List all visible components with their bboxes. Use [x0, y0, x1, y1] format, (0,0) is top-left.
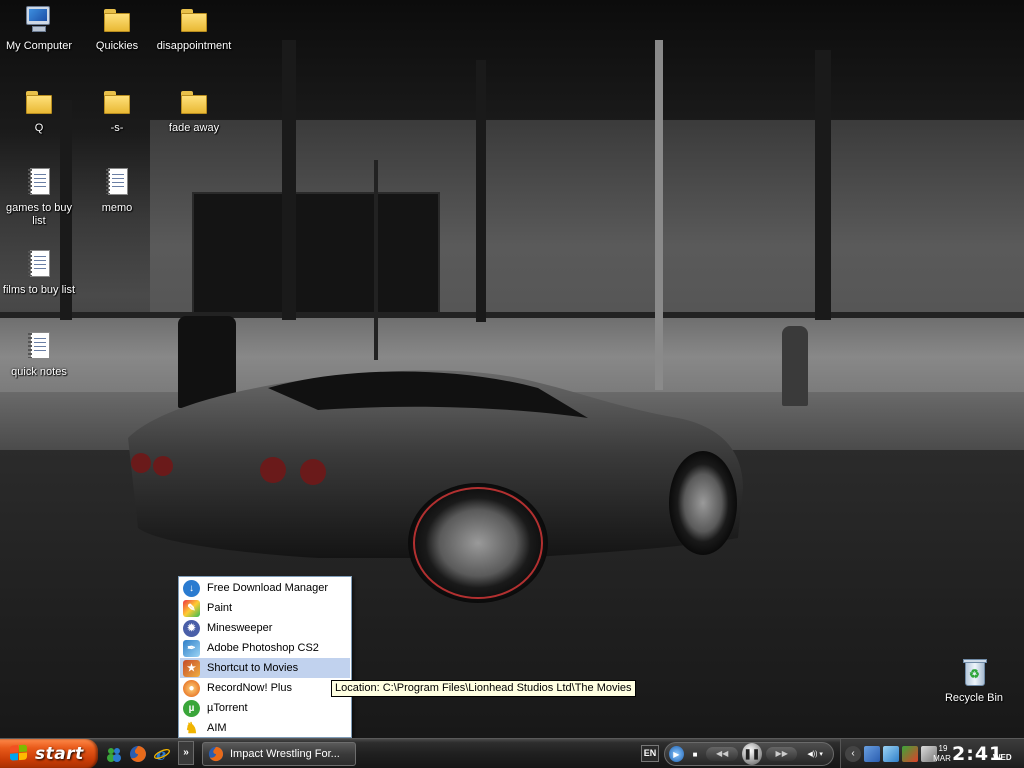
recordnow-icon: ● — [183, 679, 200, 697]
wallpaper-tree — [282, 40, 296, 320]
wallpaper-sports-car — [128, 370, 743, 603]
msn-messenger-icon[interactable] — [104, 744, 124, 764]
desktop-icon-memo[interactable]: memo — [78, 166, 156, 215]
folder-icon — [101, 4, 133, 36]
notepad-icon — [23, 248, 55, 280]
menu-item-label: Shortcut to Movies — [207, 662, 299, 674]
desktop-icon-label: Q — [34, 122, 44, 134]
menu-item-label: Free Download Manager — [207, 582, 329, 594]
previous-button[interactable]: ◀◀ — [706, 747, 738, 761]
desktop-icon-recycle-bin[interactable]: ♻ Recycle Bin — [935, 656, 1013, 705]
media-player-toolbar: ▶ ■ ◀◀ ❚❚ ▶▶ ◀)) ▾ — [664, 742, 834, 766]
menu-item-free-download-manager[interactable]: ↓ Free Download Manager — [180, 578, 350, 598]
menu-item-label: µTorrent — [207, 702, 248, 714]
stop-button[interactable]: ■ — [688, 746, 703, 762]
menu-item-label: Paint — [207, 602, 233, 614]
security-icon[interactable] — [902, 746, 918, 762]
wallpaper-tree — [476, 60, 486, 322]
desktop-icon-fade-away[interactable]: fade away — [155, 86, 233, 135]
clock-month: MAR — [933, 754, 951, 763]
desktop-icon-disappointment[interactable]: disappointment — [155, 4, 233, 53]
volume-button[interactable]: ◀)) ▾ — [801, 746, 829, 762]
desktop-icon-s[interactable]: -s- — [78, 86, 156, 135]
menu-item-minesweeper[interactable]: ✹ Minesweeper — [180, 618, 350, 638]
menu-item-shortcut-to-movies[interactable]: ★ Shortcut to Movies — [180, 658, 350, 678]
firefox-icon[interactable] — [128, 744, 148, 764]
notepad-icon — [101, 166, 133, 198]
desktop-icon-games-to-buy-list[interactable]: games to buy list — [0, 166, 78, 228]
menu-item-label: RecordNow! Plus — [207, 682, 292, 694]
desktop-icon-my-computer[interactable]: My Computer — [0, 4, 78, 53]
internet-explorer-icon[interactable]: e — [152, 744, 172, 764]
folder-icon — [23, 86, 55, 118]
photoshop-icon: ✒ — [183, 639, 200, 657]
show-hidden-icons-chevron-icon[interactable]: ‹ — [845, 746, 861, 762]
menu-item-adobe-photoshop-cs2[interactable]: ✒ Adobe Photoshop CS2 — [180, 638, 350, 658]
folder-icon — [178, 86, 210, 118]
desktop-icon-quickies[interactable]: Quickies — [78, 4, 156, 53]
desktop-icon-label: disappointment — [156, 40, 232, 52]
desktop-icon-films-to-buy-list[interactable]: films to buy list — [0, 248, 78, 297]
folder-icon — [101, 86, 133, 118]
desktop-icon-label: fade away — [168, 122, 220, 134]
desktop-icon-label: films to buy list — [2, 284, 76, 296]
desktop-icon-q[interactable]: Q — [0, 86, 78, 135]
taskbar-button-label: Impact Wrestling For... — [230, 748, 340, 760]
quicklaunch-overflow-button[interactable]: » — [178, 741, 194, 765]
menu-item-recordnow-plus[interactable]: ● RecordNow! Plus — [180, 678, 350, 698]
desktop-icon-label: -s- — [110, 122, 124, 134]
desktop-icon-label: My Computer — [5, 40, 73, 52]
notepad-icon — [23, 166, 55, 198]
quicklaunch-overflow-menu: ↓ Free Download Manager ✎ Paint ✹ Minesw… — [178, 576, 352, 738]
utorrent-icon: µ — [183, 699, 200, 717]
next-button[interactable]: ▶▶ — [766, 747, 798, 761]
wallpaper-pole — [655, 40, 663, 390]
wallpaper-person — [782, 326, 808, 406]
desktop-icon-quick-notes[interactable]: quick notes — [0, 330, 78, 379]
firefox-icon — [208, 746, 224, 762]
display-icon[interactable] — [883, 746, 899, 762]
desktop-icon-label: memo — [101, 202, 133, 214]
play-pause-button[interactable]: ❚❚ — [741, 743, 763, 765]
aim-icon: ♞ — [184, 720, 199, 737]
clock-day: 19 — [938, 744, 948, 753]
folder-icon — [178, 4, 210, 36]
svg-text:e: e — [156, 745, 166, 763]
movies-icon: ★ — [183, 659, 200, 677]
quicklaunch-bar: e — [104, 743, 172, 765]
start-label: start — [35, 744, 84, 764]
menu-item-label: Adobe Photoshop CS2 — [207, 642, 319, 654]
menu-item-label: Minesweeper — [207, 622, 273, 634]
desktop-icon-label: Quickies — [95, 40, 139, 52]
paint-icon: ✎ — [183, 599, 200, 617]
desktop-icon-label: Recycle Bin — [944, 692, 1004, 704]
taskbar-clock[interactable]: 19 MAR 2:41 WED — [932, 741, 1024, 767]
media-player-logo-icon[interactable]: ▶ — [669, 746, 684, 762]
language-indicator[interactable]: EN — [641, 745, 659, 762]
minesweeper-icon: ✹ — [183, 619, 200, 637]
taskbar: start e » Impact Wrestling For... EN ▶ ■… — [0, 738, 1024, 768]
menu-item-label: AIM — [207, 722, 227, 734]
desktop-icon-label: games to buy list — [5, 202, 73, 227]
menu-item-aim[interactable]: ♞ AIM — [180, 718, 350, 738]
recycle-bin-icon: ♻ — [958, 656, 990, 688]
network-icon[interactable] — [864, 746, 880, 762]
menu-item-paint[interactable]: ✎ Paint — [180, 598, 350, 618]
clock-weekday: WED — [993, 753, 1012, 762]
computer-icon — [23, 4, 55, 36]
menu-item-utorrent[interactable]: µ µTorrent — [180, 698, 350, 718]
wallpaper-tree — [815, 50, 831, 320]
desktop-icon-label: quick notes — [11, 366, 67, 378]
wallpaper-building-window — [192, 192, 440, 320]
start-button[interactable]: start — [0, 739, 98, 768]
taskbar-button-firefox-window[interactable]: Impact Wrestling For... — [202, 742, 356, 766]
windows-logo-icon — [10, 744, 30, 763]
shortcut-location-tooltip: Location: C:\Program Files\Lionhead Stud… — [331, 680, 636, 697]
free-download-manager-icon: ↓ — [183, 579, 200, 597]
wallpaper-pole — [374, 160, 378, 360]
notepad-icon — [23, 330, 55, 362]
